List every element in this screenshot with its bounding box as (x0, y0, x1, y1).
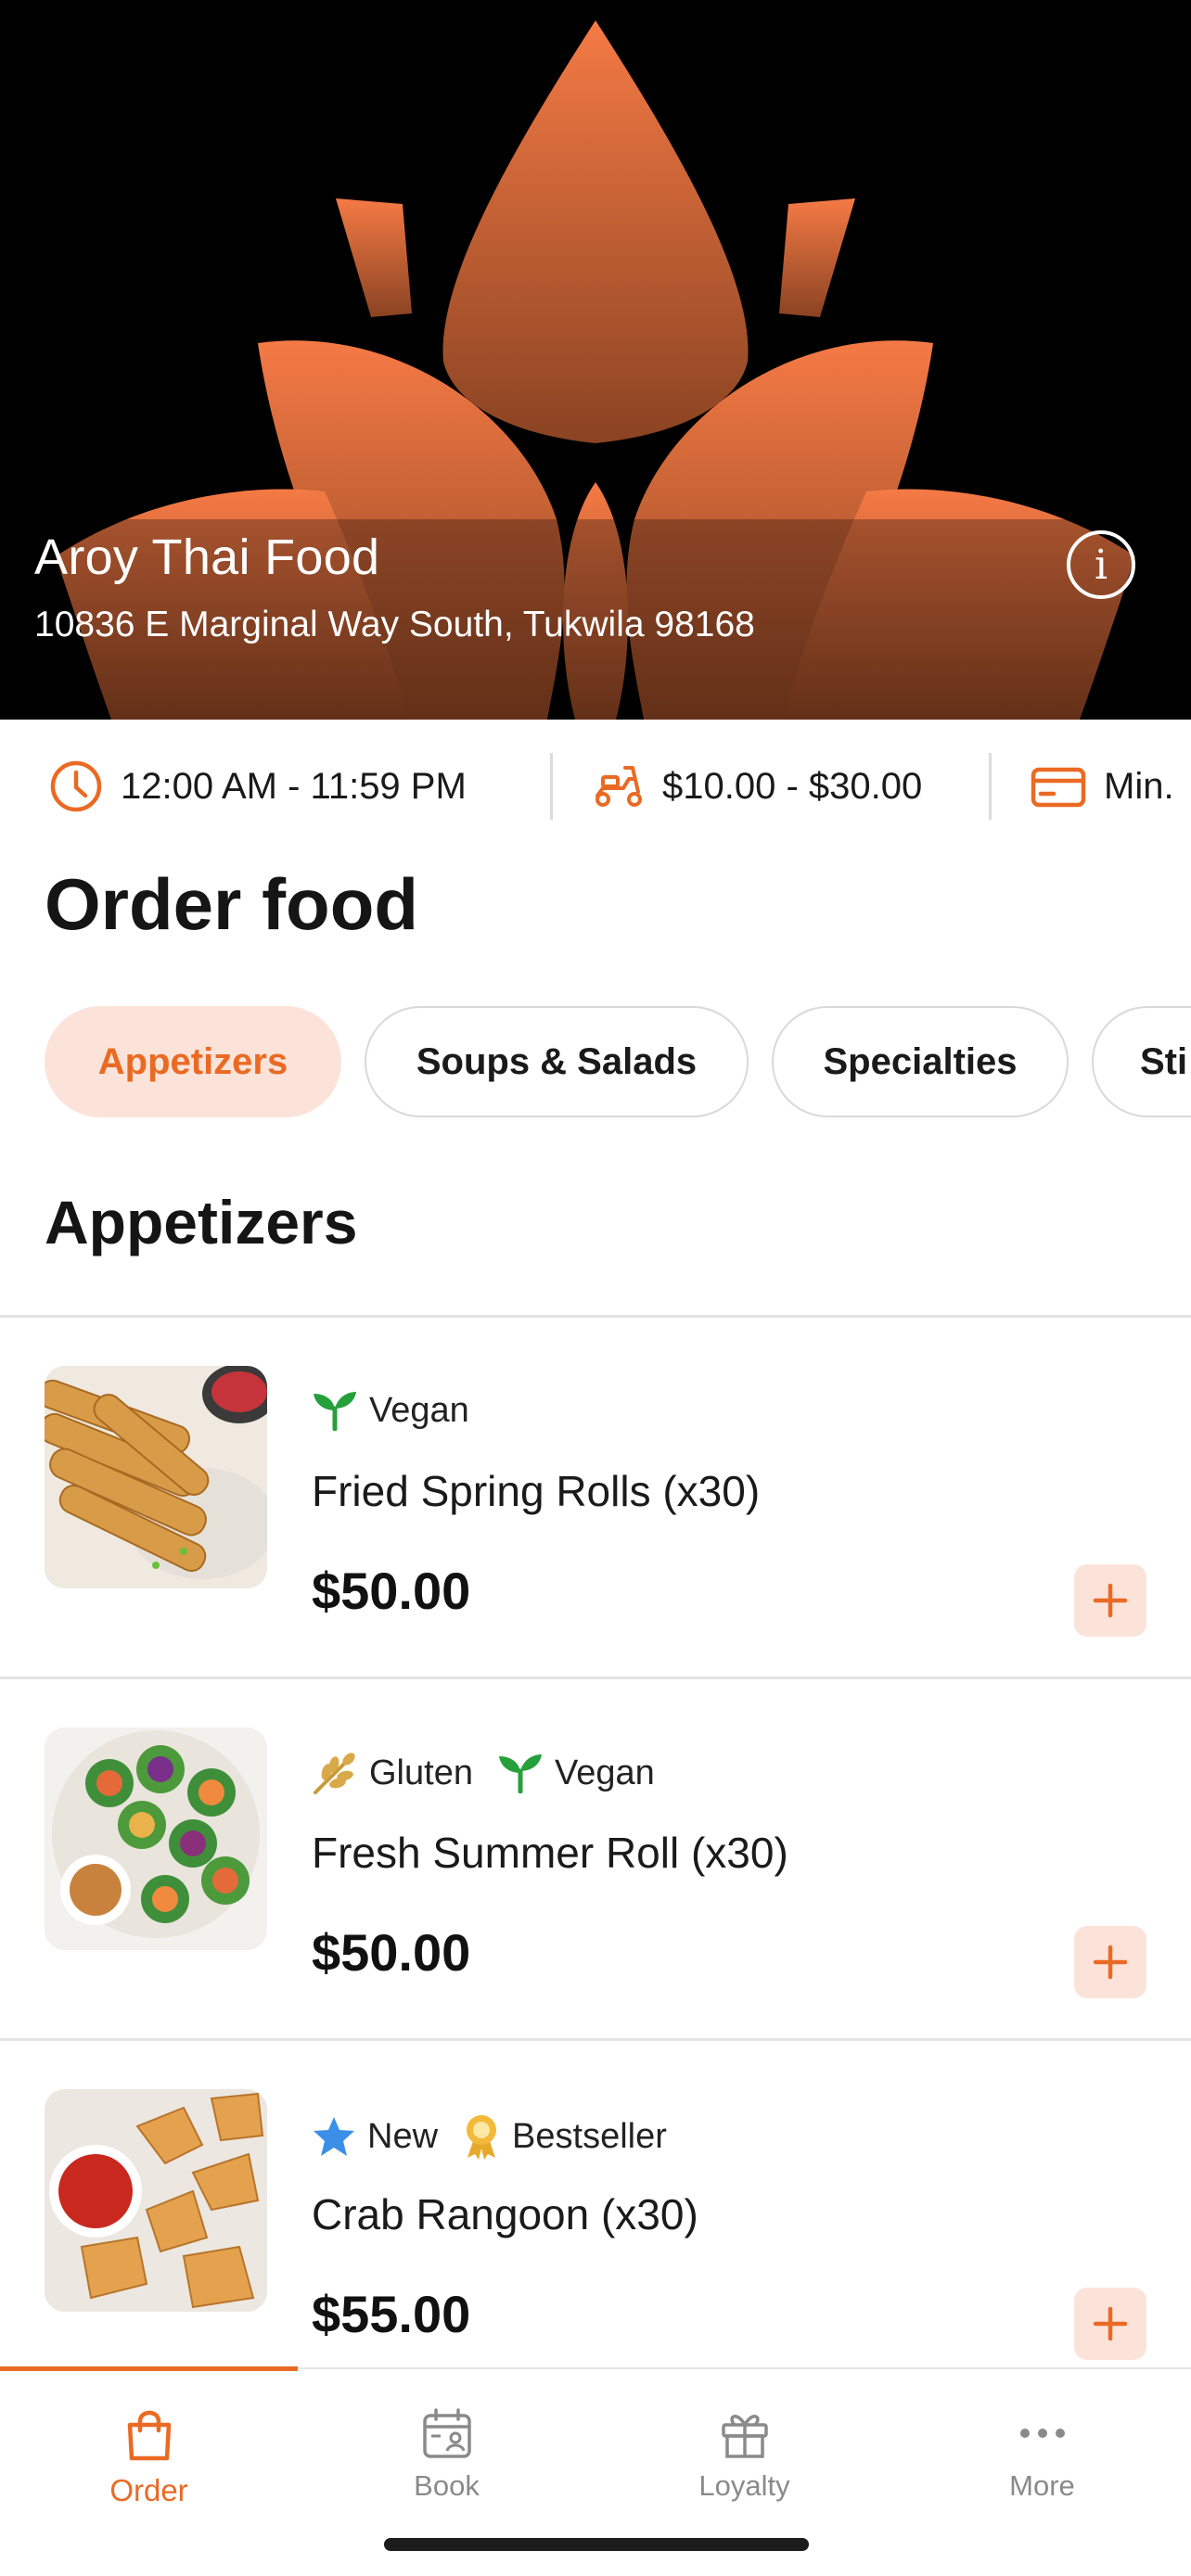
tag-bestseller: Bestseller (462, 2113, 667, 2160)
sprout-icon (498, 1754, 542, 1793)
minimum-text: Min. (1104, 765, 1174, 807)
category-chip-appetizers[interactable]: Appetizers (45, 1006, 341, 1117)
calendar-person-icon (422, 2408, 471, 2458)
item-tags: Gluten Vegan (312, 1752, 655, 1794)
tag-vegan: Vegan (312, 1390, 469, 1431)
tab-book[interactable]: Book (298, 2369, 596, 2518)
tag-label: Bestseller (512, 2116, 667, 2156)
category-tabs: Appetizers Soups & Salads Specialties St… (0, 1006, 1191, 1119)
category-chip-partial[interactable]: Sti (1092, 1006, 1191, 1117)
category-chip-specialties[interactable]: Specialties (772, 1006, 1069, 1117)
tab-label: Book (414, 2469, 480, 2502)
divider (989, 753, 992, 820)
more-dots-icon (1019, 2429, 1065, 2438)
item-tags: New Bestseller (312, 2113, 667, 2160)
category-chip-soups-salads[interactable]: Soups & Salads (365, 1006, 749, 1117)
plus-icon (1093, 1945, 1128, 1980)
tag-label: Vegan (369, 1390, 469, 1430)
minimum-order-info: Min. (1030, 720, 1174, 853)
menu-item[interactable]: Gluten Vegan Fresh Summer Roll (x30) $50… (0, 1677, 1191, 2038)
restaurant-name: Aroy Thai Food (34, 529, 380, 585)
info-icon[interactable]: i (1067, 530, 1135, 599)
item-photo (45, 1728, 267, 1950)
tab-loyalty[interactable]: Loyalty (596, 2369, 893, 2518)
card-icon (1031, 767, 1086, 808)
tag-label: Vegan (554, 1753, 655, 1792)
tab-label: Loyalty (698, 2469, 790, 2502)
shopping-bag-icon (127, 2410, 171, 2461)
item-name: Fresh Summer Roll (x30) (312, 1829, 788, 1877)
wheat-icon (314, 1753, 355, 1794)
section-title: Appetizers (45, 1188, 358, 1256)
hours-info: 12:00 AM - 11:59 PM (48, 720, 467, 853)
tag-vegan: Vegan (497, 1753, 655, 1793)
item-photo (45, 2089, 267, 2312)
item-tags: Vegan (312, 1390, 469, 1431)
restaurant-address: 10836 E Marginal Way South, Tukwila 9816… (34, 605, 755, 644)
plus-icon (1093, 1583, 1128, 1618)
hours-text: 12:00 AM - 11:59 PM (121, 765, 467, 807)
tab-label: More (1009, 2469, 1075, 2502)
delivery-fee-text: $10.00 - $30.00 (662, 765, 923, 807)
item-name: Fried Spring Rolls (x30) (312, 1467, 761, 1515)
item-name: Crab Rangoon (x30) (312, 2190, 698, 2238)
scooter-icon (596, 766, 642, 807)
home-indicator[interactable] (384, 2538, 809, 2551)
clock-icon (50, 760, 102, 812)
info-strip: 12:00 AM - 11:59 PM $10.00 - $30.00 Min. (0, 720, 1191, 853)
tab-more[interactable]: More (893, 2369, 1191, 2518)
plus-icon (1093, 2306, 1128, 2341)
tag-new: New (312, 2115, 438, 2158)
tag-gluten: Gluten (312, 1752, 473, 1794)
delivery-fee-info: $10.00 - $30.00 (590, 720, 922, 853)
page-title: Order food (45, 863, 418, 945)
item-photo (45, 1366, 267, 1588)
tag-label: Gluten (369, 1753, 473, 1792)
add-to-cart-button[interactable] (1074, 1564, 1146, 1637)
item-price: $55.00 (312, 2285, 471, 2343)
item-price: $50.00 (312, 1923, 471, 1982)
gift-icon (721, 2415, 768, 2458)
menu-item[interactable]: Vegan Fried Spring Rolls (x30) $50.00 (0, 1315, 1191, 1677)
tag-label: New (367, 2116, 439, 2156)
add-to-cart-button[interactable] (1074, 2288, 1146, 2360)
sprout-icon (314, 1392, 356, 1431)
item-price: $50.00 (312, 1562, 471, 1620)
award-icon (467, 2115, 497, 2160)
star-icon (314, 2117, 354, 2156)
tab-order[interactable]: Order (0, 2369, 298, 2518)
hero-banner: Aroy Thai Food 10836 E Marginal Way Sout… (0, 0, 1191, 720)
add-to-cart-button[interactable] (1074, 1926, 1146, 1998)
tab-label: Order (109, 2473, 188, 2507)
divider (550, 753, 553, 820)
menu-item[interactable]: New Bestseller Crab Rangoon (x30) $55.00 (0, 2038, 1191, 2400)
